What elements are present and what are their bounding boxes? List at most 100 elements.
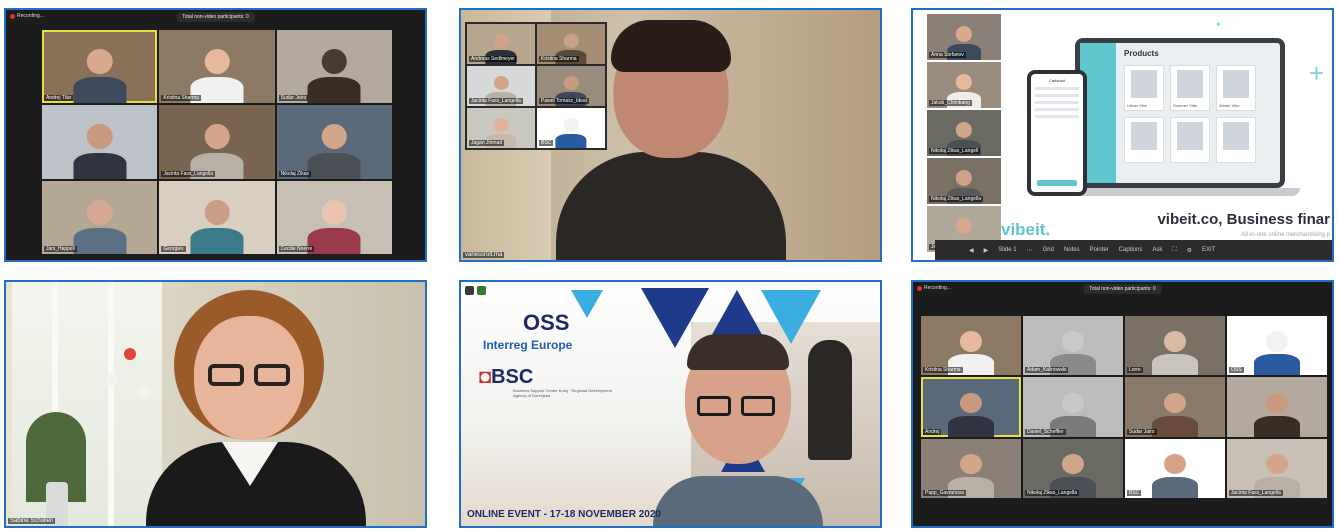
video-tile[interactable] bbox=[42, 105, 158, 179]
participant-name-label: Andrej Tilar bbox=[44, 95, 74, 102]
participant-head bbox=[321, 199, 348, 225]
video-tile[interactable]: Anna Stefanov bbox=[927, 14, 1001, 60]
product-card[interactable] bbox=[1216, 117, 1256, 163]
slideshow-control[interactable]: ⋯ bbox=[1027, 247, 1033, 254]
participant-thumbnails: Anna Stefanov Jakob_Chimbang Nikolaj Zikas… bbox=[927, 14, 1001, 252]
participant-name-label: Jani_Happell bbox=[44, 246, 77, 252]
participant-head bbox=[1163, 454, 1187, 475]
participant-body bbox=[1254, 354, 1300, 376]
participant-head bbox=[1163, 392, 1187, 413]
speaker-body bbox=[555, 152, 786, 260]
participant-thumbnails: Andreas Sedlmeyer Kristina Sharma Jacinta … bbox=[465, 22, 607, 150]
video-tile[interactable]: Jagan Jinmad bbox=[467, 108, 535, 148]
video-tile[interactable]: Andrej bbox=[921, 377, 1021, 437]
slideshow-control[interactable]: ◀ bbox=[969, 247, 974, 254]
product-card[interactable]: Winter Vibe bbox=[1216, 65, 1256, 111]
participant-head bbox=[1265, 392, 1289, 413]
decor-dot: ✦ bbox=[1215, 20, 1222, 29]
video-tile[interactable]: Andreas Sedlmeyer bbox=[467, 24, 535, 64]
video-tile[interactable]: Adam_Kalinowski bbox=[1023, 316, 1123, 376]
video-tile[interactable]: Nikolaj Zikas bbox=[276, 105, 392, 179]
product-card[interactable]: Summer Vibe bbox=[1170, 65, 1210, 111]
participant-name-label: Adam_Kalinowski bbox=[1025, 367, 1069, 374]
slideshow-control[interactable]: Grid bbox=[1043, 247, 1054, 253]
product-card[interactable] bbox=[1170, 117, 1210, 163]
phone-line bbox=[1035, 94, 1079, 97]
participant-name-label: Jacinta Fass_Langella bbox=[1229, 489, 1283, 496]
participants-pill[interactable]: Total non-video participants: 0 bbox=[176, 12, 255, 22]
slideshow-control[interactable]: Ask bbox=[1152, 247, 1162, 253]
video-tile[interactable]: Kristina Sharma bbox=[537, 24, 605, 64]
video-tile[interactable]: Papp_Gavranova bbox=[921, 438, 1021, 498]
product-card[interactable] bbox=[1124, 117, 1164, 163]
video-tile[interactable]: Nikolaj Zikas_Langella bbox=[927, 158, 1001, 204]
video-tile[interactable]: BSC bbox=[1125, 438, 1225, 498]
product-card[interactable]: Urban Vibe bbox=[1124, 65, 1164, 111]
participant-body bbox=[190, 227, 244, 254]
participant-name-label: Lorre bbox=[1127, 367, 1143, 374]
recording-indicator[interactable]: Recording... bbox=[10, 13, 44, 19]
slideshow-control[interactable]: ⛶ bbox=[1172, 247, 1176, 254]
video-tile[interactable]: Jacinta Fass_Langella bbox=[159, 105, 275, 179]
video-tile[interactable]: Pawel Tomasz_Ideal bbox=[537, 66, 605, 106]
video-tile[interactable]: Nikolaj Zikas_Langell bbox=[927, 110, 1001, 156]
glasses-right bbox=[741, 396, 775, 416]
participant-head bbox=[86, 199, 113, 225]
video-tile[interactable]: Daniel_Scheffler bbox=[1023, 377, 1123, 437]
speaker-hair bbox=[610, 20, 731, 72]
video-tile[interactable]: Andrej Tilar bbox=[42, 30, 158, 104]
shield-icon[interactable] bbox=[477, 286, 486, 295]
video-tile[interactable]: OSS bbox=[1227, 316, 1327, 376]
phone-line bbox=[1035, 115, 1079, 118]
video-tile[interactable]: Cecilie Noerre bbox=[276, 180, 392, 254]
video-icon[interactable] bbox=[465, 286, 474, 295]
bsc-logo-text: BSC bbox=[491, 366, 534, 388]
slideshow-control[interactable]: Slide 1 bbox=[998, 247, 1016, 253]
participant-name-label: Nikolaj Zikas bbox=[278, 170, 311, 177]
participant-body bbox=[307, 152, 361, 179]
video-tile[interactable]: Kristina Sharma bbox=[159, 30, 275, 104]
flower bbox=[124, 348, 136, 360]
participant-name-label: Nikolaj Zikas_Langella bbox=[929, 196, 984, 202]
phone-line bbox=[1035, 87, 1079, 90]
participant-avatar bbox=[307, 49, 361, 104]
video-tile[interactable]: Lorre bbox=[1125, 316, 1225, 376]
active-speaker bbox=[136, 290, 376, 526]
screenshot-zoom-gallery-1: Recording... Total non-video participant… bbox=[4, 8, 427, 262]
video-tile[interactable]: Sudar Jairo bbox=[276, 30, 392, 104]
video-tile[interactable]: Kristina Sharma bbox=[921, 316, 1021, 376]
window-frame bbox=[108, 282, 114, 526]
bsc-subtitle: Business Support Centre Kranj · Regional… bbox=[513, 388, 612, 398]
video-tile[interactable]: Jakob_Chimbang bbox=[927, 62, 1001, 108]
participant-avatar bbox=[307, 199, 361, 254]
glasses-left bbox=[697, 396, 731, 416]
participant-body bbox=[73, 227, 127, 254]
participant-head bbox=[493, 118, 509, 133]
participant-body bbox=[1254, 415, 1300, 437]
participants-pill[interactable]: Total non-video participants: 0 bbox=[1083, 284, 1162, 294]
slideshow-control[interactable]: ▶ bbox=[984, 247, 989, 254]
products-title: Products bbox=[1124, 49, 1159, 58]
participant-avatar bbox=[73, 124, 127, 179]
slideshow-control[interactable]: Captions bbox=[1119, 247, 1143, 253]
slideshow-control[interactable]: EXIT bbox=[1202, 247, 1215, 253]
recording-indicator[interactable]: Recording... bbox=[917, 285, 951, 291]
video-tile[interactable]: Jacinta Fass_Langella bbox=[1227, 438, 1327, 498]
zoom-top-bar: Recording... Total non-video participant… bbox=[6, 10, 425, 24]
participant-head bbox=[86, 49, 113, 75]
video-tile[interactable]: BSC bbox=[537, 108, 605, 148]
video-tile[interactable]: Nikolaj Zikas_Langella bbox=[1023, 438, 1123, 498]
participant-avatar bbox=[1152, 392, 1198, 437]
slideshow-control[interactable]: ⚙ bbox=[1187, 247, 1192, 254]
video-tile[interactable]: Jani_Happell bbox=[42, 180, 158, 254]
slideshow-control[interactable]: Pointer bbox=[1090, 247, 1109, 253]
video-tile[interactable] bbox=[1227, 377, 1327, 437]
plus-decor-icon: + bbox=[1308, 58, 1324, 88]
participant-avatar bbox=[73, 49, 127, 104]
video-tile[interactable]: Sudar Jairo bbox=[1125, 377, 1225, 437]
screenshot-event-speaker: OSS Interreg Europe ◘BSC Business Suppor… bbox=[459, 280, 882, 528]
participant-name-label: Sudar Jairo bbox=[278, 95, 309, 102]
slideshow-control[interactable]: Notes bbox=[1064, 247, 1080, 253]
video-tile[interactable]: Jacinta Fass_Langella bbox=[467, 66, 535, 106]
video-tile[interactable]: Georgiev bbox=[159, 180, 275, 254]
